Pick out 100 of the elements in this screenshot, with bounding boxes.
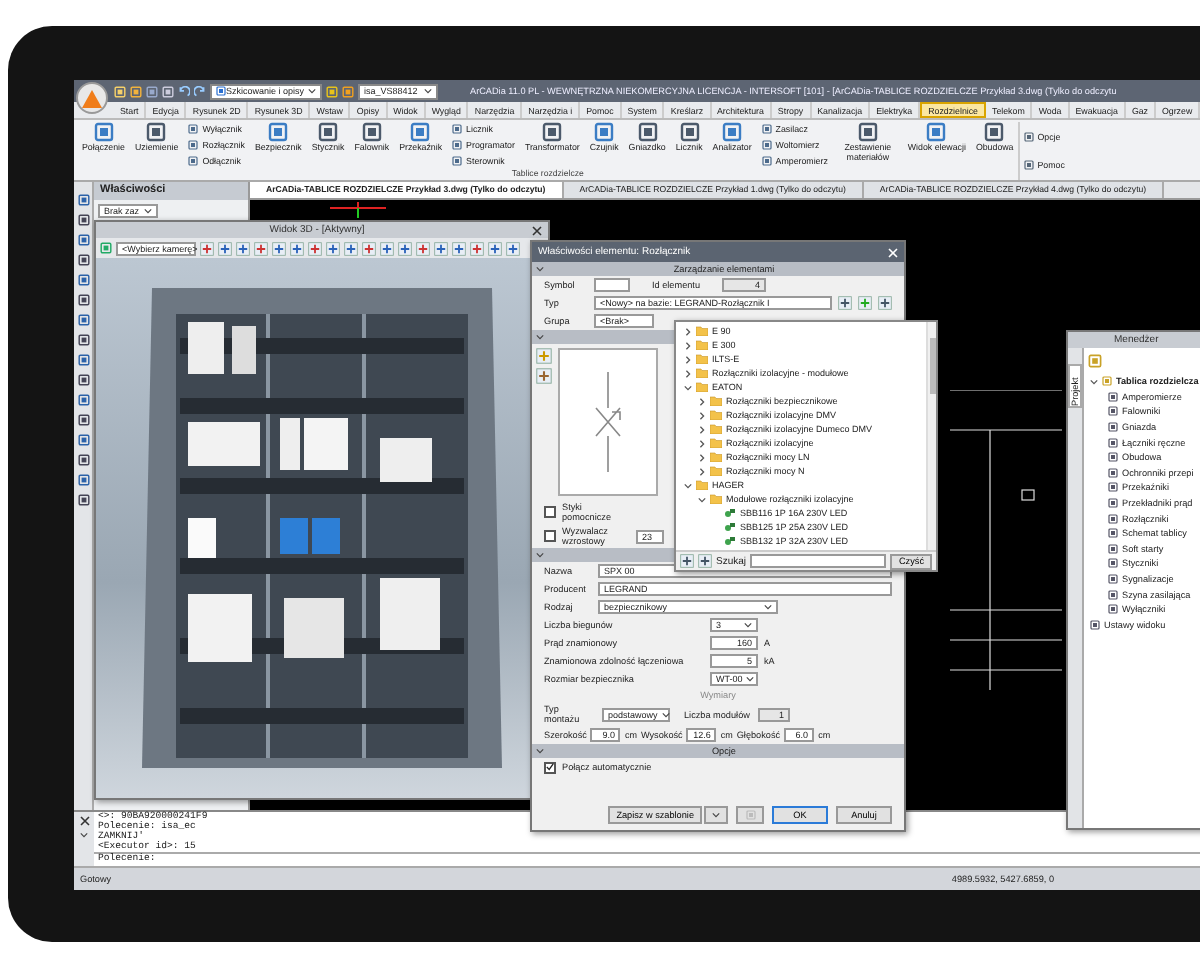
view-tool-icon[interactable] [326,241,340,255]
device-icon [318,122,339,142]
component-icon [1108,513,1118,524]
redo-icon[interactable] [194,85,206,97]
view-tool-icon[interactable] [470,241,484,255]
component-icon [1108,391,1118,402]
collapsed-chevron-icon[interactable] [684,327,692,335]
collapsed-chevron-icon[interactable] [684,341,692,349]
caret-icon [536,748,544,754]
device-icon [926,122,947,142]
view-tool-icon[interactable] [272,241,286,255]
crosshair-cursor-icon [330,202,386,218]
checkbox[interactable] [544,530,556,542]
undo-icon[interactable] [178,85,190,97]
checkbox[interactable] [544,761,556,773]
view-tool-icon[interactable] [434,241,448,255]
add-icon[interactable] [858,296,872,310]
device-icon [188,155,199,166]
close-icon[interactable] [79,816,89,826]
caret-icon [661,711,670,717]
draw-tool-icon [77,274,89,286]
device-icon [722,122,743,142]
view-tool-icon[interactable] [506,241,520,255]
view-tool-icon[interactable] [236,241,250,255]
device-icon [761,155,772,166]
scrollbar[interactable] [926,322,936,550]
component-icon [1090,619,1100,630]
device-icon [594,122,615,142]
device-icon [361,122,382,142]
view-tool-icon[interactable] [362,241,376,255]
expanded-chevron-icon[interactable] [698,495,706,503]
caret-icon [144,208,152,214]
caret-icon [712,812,720,818]
draw-tool-icon [77,474,89,486]
caret-icon [764,604,772,610]
device-icon [724,536,736,546]
component-icon [1108,604,1118,615]
caret-icon [308,88,316,94]
collapsed-chevron-icon[interactable] [698,411,706,419]
device-icon [724,508,736,518]
draw-tool-icon [77,354,89,366]
view-tool-icon[interactable] [416,241,430,255]
device-icon [188,124,199,135]
draw-tool-icon [77,374,89,386]
component-icon [1108,498,1118,509]
draw-tool-icon [77,194,89,206]
view-tool-icon[interactable] [218,241,232,255]
draw-tool-icon [77,394,89,406]
caret-icon [536,266,544,272]
view-tool-icon[interactable] [308,241,322,255]
collapsed-chevron-icon[interactable] [698,397,706,405]
expanded-chevron-icon[interactable] [684,481,692,489]
close-icon[interactable] [532,225,542,235]
device-icon [984,122,1005,142]
component-icon [1108,452,1118,463]
view-tool-icon[interactable] [200,241,214,255]
checkbox[interactable] [544,506,556,518]
view-tool-icon[interactable] [488,241,502,255]
component-icon [1108,467,1118,478]
device-icon [268,122,289,142]
device-icon [452,124,463,135]
component-icon [1108,589,1118,600]
symbol-field[interactable] [594,278,630,292]
device-icon [761,124,772,135]
checkmark-icon [546,762,554,772]
device-icon [679,122,700,142]
component-icon [1108,574,1118,585]
device-icon [93,122,114,142]
component-icon [1108,437,1118,448]
device-icon [452,155,463,166]
caret-icon [536,552,544,558]
search-field[interactable] [750,554,887,568]
view-tool-icon[interactable] [254,241,268,255]
view-tool-icon[interactable] [452,241,466,255]
collapsed-chevron-icon[interactable] [698,453,706,461]
caret-icon [746,676,755,682]
collapsed-chevron-icon[interactable] [684,369,692,377]
draw-tool-icon [77,314,89,326]
device-icon [410,122,431,142]
view-tool-icon[interactable] [398,241,412,255]
device-icon [761,139,772,150]
collapsed-chevron-icon[interactable] [698,467,706,475]
draw-tool-icon [77,294,89,306]
device-icon [542,122,563,142]
caret-icon [424,88,432,94]
panel-icon [1102,376,1112,387]
collapsed-chevron-icon[interactable] [698,425,706,433]
view-tool-icon[interactable] [344,241,358,255]
view-tool-icon[interactable] [380,241,394,255]
draw-tool-icon [77,234,89,246]
collapsed-chevron-icon[interactable] [698,439,706,447]
expanded-chevron-icon[interactable] [684,383,692,391]
device-icon [637,122,658,142]
view-tool-icon[interactable] [290,241,304,255]
draw-tool-icon [77,434,89,446]
collapsed-chevron-icon[interactable] [684,355,692,363]
component-icon [1108,406,1118,417]
draw-tool-icon [77,254,89,266]
caret-icon [536,334,544,340]
dropdown-button[interactable] [704,806,728,824]
